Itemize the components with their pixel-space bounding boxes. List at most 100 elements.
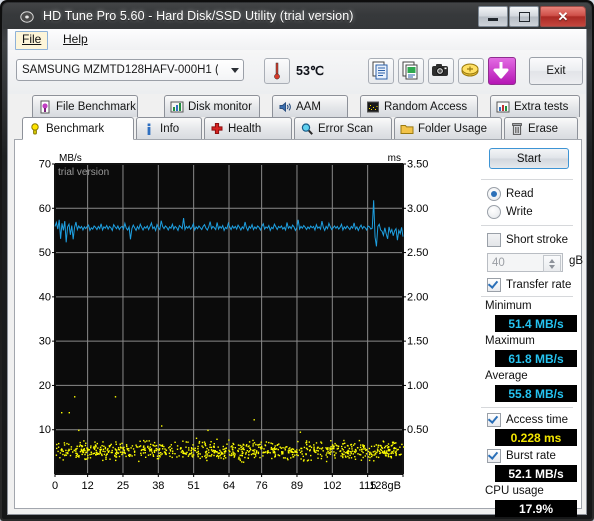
file-benchmark-icon	[38, 100, 52, 114]
tab-info[interactable]: Info	[136, 117, 202, 140]
divider-1	[481, 179, 573, 180]
svg-text:64: 64	[223, 480, 235, 492]
menu-help-label: Help	[63, 32, 88, 46]
menu-file-label: File	[22, 32, 42, 46]
copy-image-icon	[402, 61, 418, 80]
benchmark-icon	[28, 122, 42, 136]
drive-select-value: SAMSUNG MZMTD128HAFV-000H1 (128	[22, 64, 218, 76]
download-button[interactable]	[488, 57, 516, 85]
drive-select[interactable]: SAMSUNG MZMTD128HAFV-000H1 (128	[16, 59, 244, 81]
radio-write-label: Write	[506, 206, 533, 218]
window-title: HD Tune Pro 5.60 - Hard Disk/SSD Utility…	[43, 9, 354, 23]
access-time-value: 0.228 ms	[495, 429, 577, 446]
checkbox-transfer-rate[interactable]: Transfer rate	[487, 278, 571, 292]
tab-health-label: Health	[228, 123, 262, 135]
svg-text:3.50: 3.50	[407, 159, 428, 171]
svg-text:2.50: 2.50	[407, 247, 428, 259]
tab-extra-tests-label: Extra tests	[514, 100, 569, 113]
svg-text:38: 38	[152, 480, 164, 492]
tab-aam-label: AAM	[296, 100, 321, 113]
copy-image-button[interactable]	[398, 58, 424, 84]
stepper-buttons[interactable]	[543, 255, 561, 272]
benchmark-panel: MB/s ms 70 60 50 40 30 20 10 3.50 3.00 2.50 2.00 1.50…	[14, 139, 584, 517]
short-stroke-unit: gB	[569, 255, 584, 267]
menu-help[interactable]: Help	[56, 31, 95, 49]
tab-health[interactable]: Health	[204, 117, 292, 140]
toolbar: SAMSUNG MZMTD128HAFV-000H1 (128 53℃ Exit	[8, 50, 586, 94]
thermometer-icon	[274, 62, 280, 80]
svg-text:60: 60	[39, 203, 51, 215]
buy-button[interactable]	[458, 58, 484, 84]
folder-icon	[400, 122, 414, 136]
tab-random-access[interactable]: Random Access	[360, 95, 478, 117]
benchmark-chart: MB/s ms 70 60 50 40 30 20 10 3.50 3.00 2.50 2.00 1.50…	[39, 153, 429, 492]
svg-text:MB/s: MB/s	[59, 153, 82, 164]
burst-rate-checkbox-indicator	[487, 449, 501, 463]
health-cross-icon	[210, 122, 224, 136]
svg-text:30: 30	[39, 336, 51, 348]
tab-benchmark[interactable]: Benchmark	[22, 117, 134, 140]
exit-button[interactable]: Exit	[529, 57, 583, 85]
hd-tune-window: HD Tune Pro 5.60 - Hard Disk/SSD Utility…	[0, 0, 594, 521]
menu-file[interactable]: File	[15, 31, 49, 50]
cpu-usage-value: 17.9%	[495, 500, 577, 517]
tab-disk-monitor[interactable]: Disk monitor	[164, 95, 260, 117]
tab-error-scan[interactable]: Error Scan	[294, 117, 392, 140]
screenshot-button[interactable]	[428, 58, 454, 84]
divider-3	[481, 296, 573, 297]
speaker-icon	[278, 100, 292, 114]
tab-benchmark-label: Benchmark	[46, 122, 105, 135]
tab-extra-tests[interactable]: Extra tests	[490, 95, 580, 117]
chevron-down-icon	[231, 68, 239, 73]
maximum-label: Maximum	[485, 335, 535, 347]
trash-icon	[510, 122, 524, 136]
start-button[interactable]: Start	[489, 148, 569, 169]
temperature-value: 53℃	[296, 64, 324, 78]
close-icon: ✕	[557, 9, 569, 24]
checkbox-short-stroke[interactable]: Short stroke	[487, 233, 568, 247]
svg-text:3.00: 3.00	[407, 203, 428, 215]
close-button[interactable]: ✕	[540, 6, 586, 27]
short-stroke-stepper[interactable]: 40	[487, 253, 563, 272]
maximize-button[interactable]	[509, 6, 539, 27]
divider-4	[481, 407, 573, 408]
radio-read-label: Read	[506, 188, 534, 200]
maximize-icon	[518, 11, 530, 22]
svg-text:51: 51	[188, 480, 200, 492]
svg-text:ms: ms	[388, 153, 401, 164]
copy-text-button[interactable]	[368, 58, 394, 84]
svg-text:20: 20	[39, 380, 51, 392]
tab-erase[interactable]: Erase	[504, 117, 578, 140]
svg-text:128gB: 128gB	[369, 480, 401, 492]
access-time-checkbox-indicator	[487, 413, 501, 427]
tab-folder-usage[interactable]: Folder Usage	[394, 117, 502, 140]
stepper-up-icon[interactable]	[549, 259, 555, 263]
tab-random-access-label: Random Access	[384, 100, 468, 113]
radio-read[interactable]: Read	[487, 187, 534, 201]
exit-button-label: Exit	[546, 65, 566, 77]
tab-file-benchmark[interactable]: File Benchmark	[32, 95, 138, 117]
title-bar[interactable]: HD Tune Pro 5.60 - Hard Disk/SSD Utility…	[3, 3, 591, 29]
magnifier-icon	[300, 122, 314, 136]
radio-write-indicator	[487, 205, 501, 219]
svg-text:89: 89	[291, 480, 303, 492]
tab-aam[interactable]: AAM	[272, 95, 348, 117]
cpu-usage-label: CPU usage	[485, 485, 544, 497]
hdtune-icon	[20, 11, 34, 23]
copy-text-icon	[372, 61, 388, 80]
short-stroke-checkbox-indicator	[487, 233, 501, 247]
divider-2	[481, 225, 573, 226]
checkbox-burst-rate[interactable]: Burst rate	[487, 449, 556, 463]
checkbox-access-time[interactable]: Access time	[487, 413, 568, 427]
minimize-button[interactable]	[478, 6, 508, 27]
tab-folder-usage-label: Folder Usage	[418, 123, 488, 135]
svg-text:76: 76	[256, 480, 268, 492]
svg-text:2.00: 2.00	[407, 291, 428, 303]
benchmark-graph: MB/s ms 70 60 50 40 30 20 10 3.50 3.00 2.50 2.00 1.50…	[27, 150, 447, 500]
random-access-icon	[366, 100, 380, 114]
extra-tests-icon	[496, 100, 510, 114]
short-stroke-value: 40	[492, 256, 505, 269]
stepper-down-icon[interactable]	[549, 265, 555, 269]
start-button-label: Start	[516, 152, 542, 165]
radio-write[interactable]: Write	[487, 205, 533, 219]
